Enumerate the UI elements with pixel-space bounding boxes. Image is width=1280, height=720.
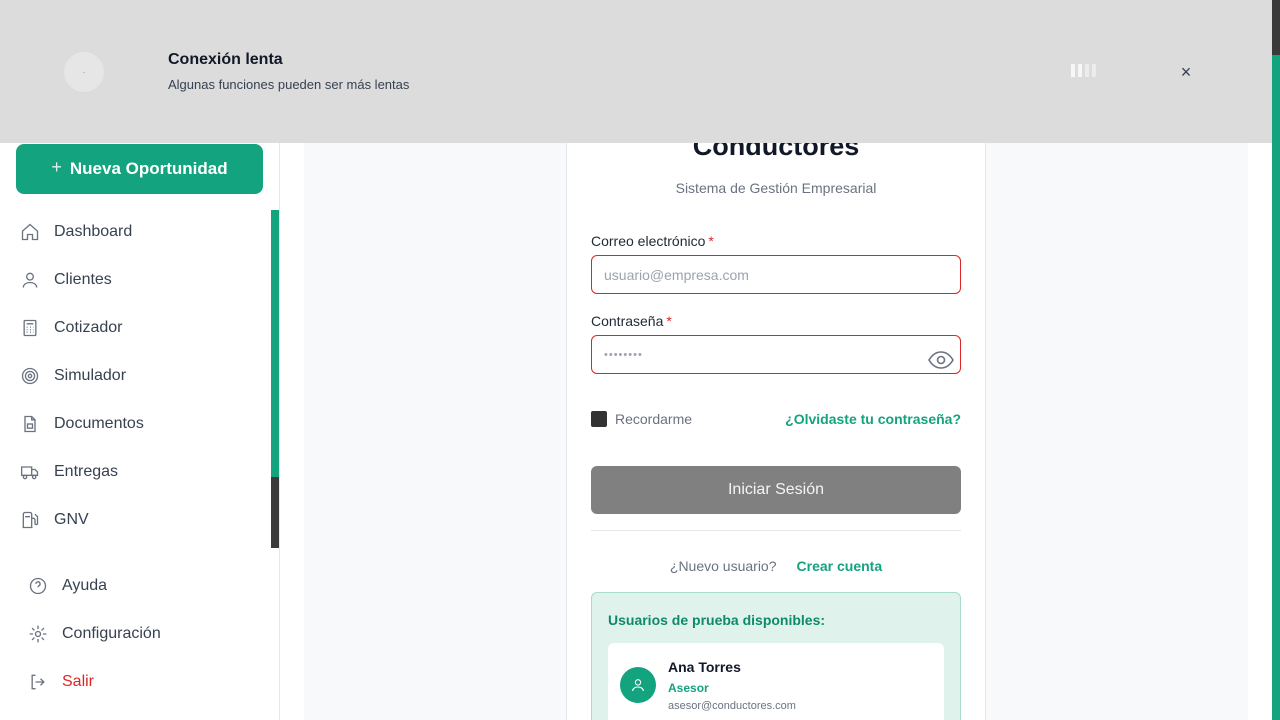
sidebar-item-label: Simulador [54,367,127,384]
show-password-toggle[interactable] [928,350,954,370]
test-user-email: asesor@conductores.com [668,700,796,712]
plus-icon: + [51,156,62,177]
sidebar-item-dashboard[interactable]: Dashboard [0,208,271,256]
sidebar-item-documentos[interactable]: Documentos [0,400,271,448]
remember-label: Recordarme [615,411,693,427]
target-icon [21,367,39,385]
email-placeholder: usuario@empresa.com [604,266,749,283]
forgot-password-link[interactable]: ¿Olvidaste tu contraseña? [785,411,961,427]
test-users-panel: Usuarios de prueba disponibles: Ana Torr… [591,592,961,720]
settings-icon [29,625,47,643]
sidebar-item-label: Dashboard [54,223,133,240]
user-icon [632,679,644,692]
password-field[interactable]: •••••••• [591,335,961,374]
email-label: Correo electrónico * [591,233,714,249]
sidebar-item-configuracion[interactable]: Configuración [0,610,271,658]
sidebar-item-label: Ayuda [62,577,108,594]
eye-icon [928,351,954,369]
divider [591,530,961,531]
remember-me[interactable]: Recordarme [591,411,692,427]
page-scrollbar-thumb[interactable] [1272,55,1280,720]
calculator-icon [23,319,37,337]
toast-title: Conexión lenta [168,51,283,68]
connection-icon: · [64,52,104,92]
required-mark: * [666,313,672,329]
sidebar-item-gnv[interactable]: GNV [0,496,271,544]
sidebar-item-label: Clientes [54,271,112,288]
sidebar-item-label: Documentos [54,415,144,432]
new-opportunity-button[interactable]: + Nueva Oportunidad [16,144,263,194]
test-user-role: Asesor [668,681,709,695]
test-users-title: Usuarios de prueba disponibles: [608,612,826,628]
sidebar-item-label: Entregas [54,463,119,480]
test-user-card[interactable]: Ana Torres Asesor asesor@conductores.com [608,643,944,720]
new-user-row: ¿Nuevo usuario? Crear cuenta [567,558,985,574]
email-label-text: Correo electrónico [591,233,706,249]
document-icon [24,415,36,433]
sidebar-item-simulador[interactable]: Simulador [0,352,271,400]
remember-checkbox[interactable] [591,411,607,427]
help-icon [29,577,47,595]
login-subtitle: Sistema de Gestión Empresarial [675,180,877,196]
sidebar-item-cotizador[interactable]: Cotizador [0,304,271,352]
required-mark: * [708,233,714,249]
sidebar-item-entregas[interactable]: Entregas [0,448,271,496]
create-account-link[interactable]: Crear cuenta [797,558,883,574]
sidebar-item-label: Configuración [62,625,161,642]
sign-in-button[interactable]: Iniciar Sesión [591,466,961,514]
sidebar-item-clientes[interactable]: Clientes [0,256,271,304]
avatar [620,667,656,703]
password-label: Contraseña * [591,313,672,329]
truck-icon [21,466,39,480]
sidebar-item-label: Salir [62,673,95,690]
test-user-name: Ana Torres [668,659,741,675]
sidebar-nav: Dashboard Clientes Cotizador Simulador D… [0,208,271,544]
email-field[interactable]: usuario@empresa.com [591,255,961,294]
new-opportunity-label: Nueva Oportunidad [69,159,228,178]
sidebar-scrollbar-thumb[interactable] [271,210,279,477]
signal-strength-icon [1071,64,1096,77]
fuel-icon [22,511,39,529]
sidebar-item-salir[interactable]: Salir [0,658,271,706]
logout-icon [31,674,45,690]
close-icon[interactable]: × [1177,62,1195,82]
sidebar-item-label: Cotizador [54,319,123,336]
sidebar-footer: Ayuda Configuración Salir [0,562,271,706]
toast-message: Algunas funciones pueden ser más lentas [168,77,410,92]
sidebar-item-ayuda[interactable]: Ayuda [0,562,271,610]
password-placeholder: •••••••• [604,348,643,361]
slow-connection-toast: · Conexión lenta Algunas funciones puede… [0,0,1272,143]
sidebar-item-label: GNV [54,511,89,528]
home-icon [21,223,39,241]
user-icon [22,272,38,288]
new-user-text: ¿Nuevo usuario? [669,558,777,574]
password-label-text: Contraseña [591,313,664,329]
